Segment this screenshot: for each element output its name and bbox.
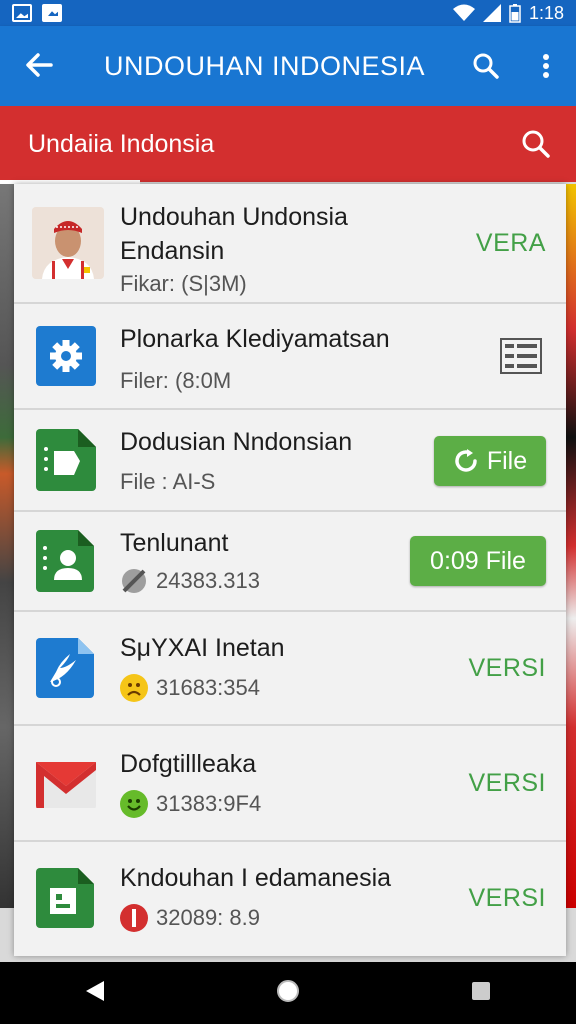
- item-action-link[interactable]: VERSI: [468, 884, 546, 913]
- warning-icon: [120, 904, 148, 932]
- file-button[interactable]: File: [434, 436, 546, 486]
- message-notification-icon: [42, 4, 62, 22]
- file-button-label: File: [486, 446, 528, 475]
- list-item[interactable]: Dodusian Nndonsian File : AI-S File: [14, 410, 566, 512]
- home-circle-icon: [276, 979, 299, 1002]
- list-item[interactable]: Undouhan Undonsia Endansin Fikar: (S|3M)…: [14, 184, 566, 304]
- item-title: Kndouhan I edamanesia: [120, 864, 392, 892]
- app-bar: UNDOUHAN INDONESIA: [0, 26, 576, 106]
- nav-back-button[interactable]: [84, 979, 106, 1008]
- frown-emoji-icon: [120, 674, 148, 702]
- item-subtitle-row: 31683:354: [120, 668, 416, 708]
- item-subtitle: 32089: 8.9: [156, 905, 260, 930]
- item-subtitle: Filer: (8:0M: [120, 368, 232, 393]
- wifi-icon: [452, 4, 475, 21]
- list-item[interactable]: SμΥXAI Inetan 31683:354 VERSI: [14, 612, 566, 726]
- item-action-link[interactable]: VERSI: [468, 654, 546, 683]
- nav-recents-button[interactable]: [470, 980, 492, 1007]
- battery-icon: [509, 4, 521, 23]
- contact-app-icon: [36, 530, 94, 592]
- item-subtitle: Fikar: (S|3M): [120, 271, 247, 296]
- item-title-line2: Endansin: [120, 237, 225, 265]
- nav-home-button[interactable]: [275, 978, 301, 1009]
- system-nav-bar: [0, 962, 576, 1024]
- sheet-app-icon: [36, 868, 94, 928]
- no-signal-icon: [122, 569, 146, 593]
- item-title: Undouhan Undonsia: [120, 203, 348, 231]
- list-item[interactable]: Dofgtillleaka 31383:9F4 VERSI: [14, 726, 566, 842]
- smile-emoji-icon: [120, 790, 148, 818]
- item-subtitle-row: 24383.313: [120, 562, 416, 600]
- search-icon: [522, 130, 550, 158]
- item-title: SμΥXAI Inetan: [120, 634, 285, 662]
- page-title: UNDOUHAN INDONESIA: [104, 50, 426, 81]
- back-triangle-icon: [86, 980, 105, 1001]
- list-view-button[interactable]: [500, 338, 542, 379]
- background-image-left: [0, 184, 14, 908]
- status-bar: 1:18: [0, 0, 576, 26]
- item-title: Tenlunant: [120, 529, 229, 557]
- recents-square-icon: [471, 981, 490, 1000]
- item-action-link[interactable]: VERSI: [468, 769, 546, 798]
- image-notification-icon: [12, 4, 32, 22]
- timer-file-button-label: 0:09 File: [430, 546, 526, 575]
- document-app-icon: [36, 429, 96, 491]
- timer-file-button[interactable]: 0:09 File: [410, 536, 546, 586]
- signal-icon: [482, 4, 501, 22]
- refresh-icon: [455, 449, 477, 472]
- item-title: Plonarka Klediyamatsan: [120, 325, 390, 353]
- download-list: Undouhan Undonsia Endansin Fikar: (S|3M)…: [14, 184, 566, 956]
- avatar: [32, 207, 104, 279]
- item-title: Dodusian Nndonsian: [120, 428, 353, 456]
- list-item[interactable]: Kndouhan I edamanesia 32089: 8.9 VERSI: [14, 842, 566, 954]
- mail-app-icon: [36, 756, 96, 810]
- item-subtitle: 31683:354: [156, 675, 260, 700]
- item-action-link[interactable]: VERA: [476, 229, 546, 258]
- item-subtitle-row: 31383:9F4: [120, 784, 416, 824]
- search-button[interactable]: [456, 26, 516, 106]
- more-options-button[interactable]: [516, 26, 576, 106]
- list-item[interactable]: Tenlunant 24383.313 0:09 File: [14, 512, 566, 612]
- more-vert-icon: [543, 54, 549, 78]
- search-bar[interactable]: Undaiia Indonsia: [0, 106, 576, 182]
- item-subtitle: 24383.313: [156, 568, 260, 593]
- arrow-left-icon: [26, 53, 53, 77]
- list-item[interactable]: Plonarka Klediyamatsan Filer: (8:0M: [14, 304, 566, 410]
- item-title: Dofgtillleaka: [120, 750, 257, 778]
- item-subtitle: 31383:9F4: [156, 791, 262, 816]
- bird-app-icon: [36, 638, 94, 698]
- clock: 1:18: [528, 2, 564, 23]
- list-view-icon: [500, 338, 542, 374]
- search-query[interactable]: Undaiia Indonsia: [0, 130, 496, 159]
- search-submit-button[interactable]: [496, 106, 576, 182]
- item-subtitle-row: 32089: 8.9: [120, 898, 416, 938]
- search-icon: [473, 53, 499, 79]
- item-subtitle: File : AI-S: [120, 469, 216, 494]
- settings-app-icon: [36, 326, 96, 386]
- back-button[interactable]: [0, 26, 78, 106]
